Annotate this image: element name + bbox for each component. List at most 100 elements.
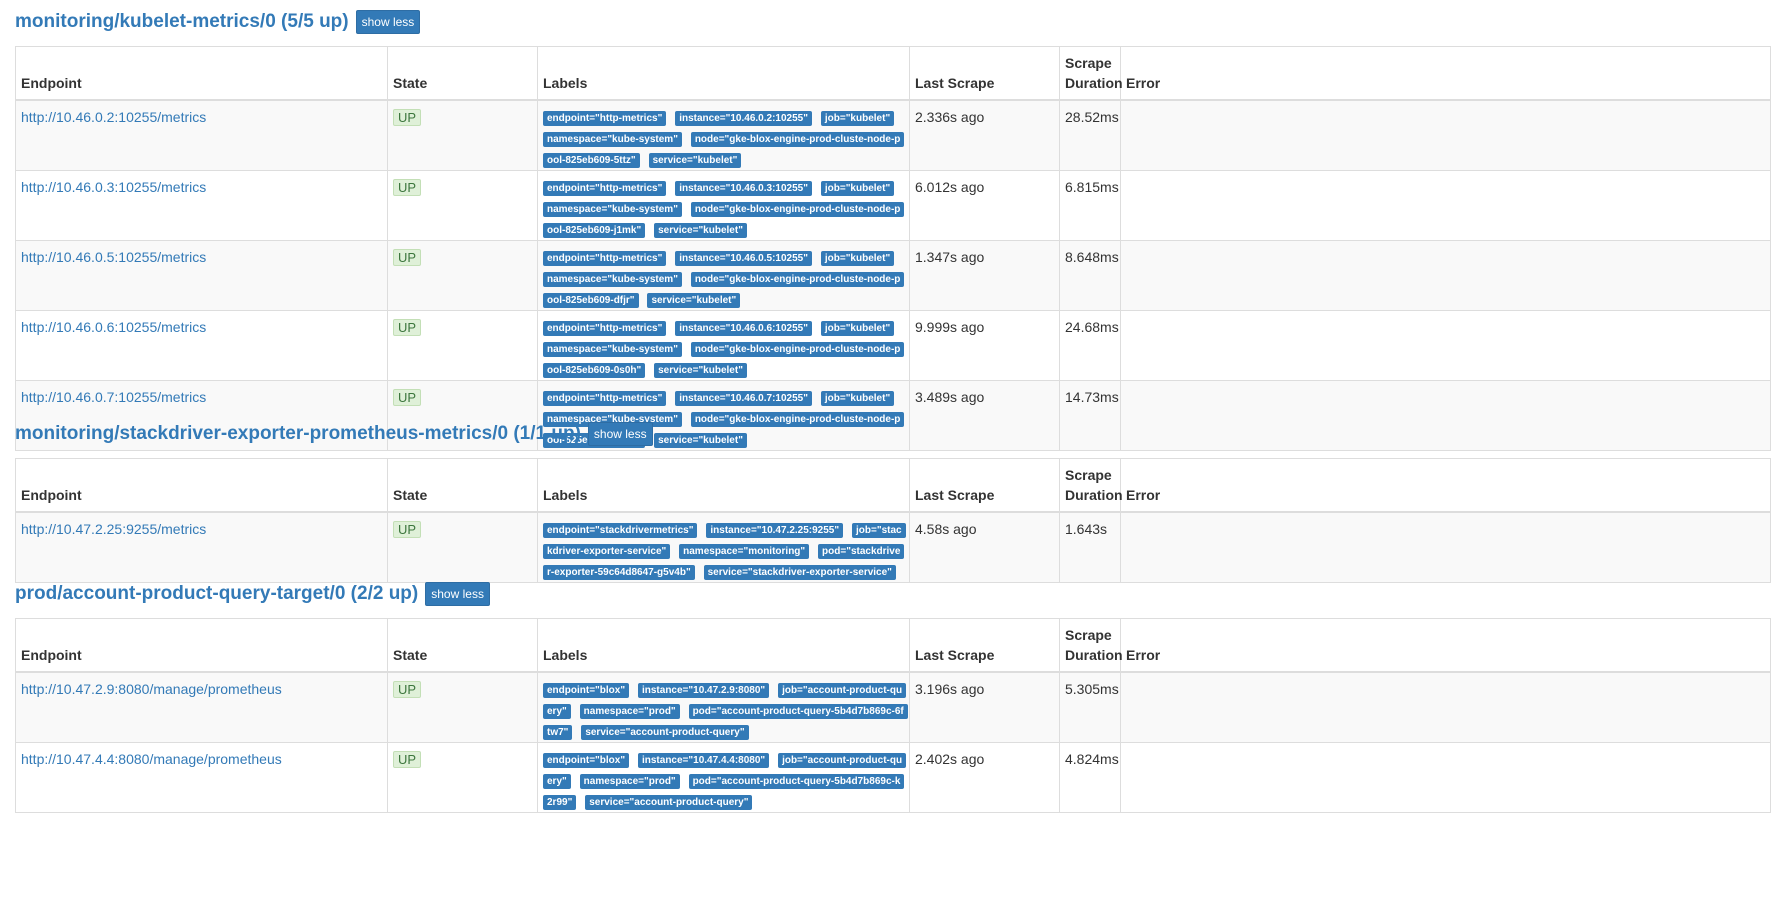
- column-header-endpoint: Endpoint: [15, 618, 388, 673]
- show-less-button[interactable]: show less: [355, 10, 421, 34]
- labels-cell: endpoint="blox" instance="10.47.2.9:8080…: [537, 671, 910, 743]
- section-header: prod/account-product-query-target/0 (2/2…: [15, 580, 1770, 608]
- error-cell: [1120, 671, 1771, 743]
- column-header-labels: Labels: [537, 618, 910, 673]
- section-header: monitoring/kubelet-metrics/0 (5/5 up) sho…: [15, 8, 1770, 36]
- scrape-duration-cell: 8.648ms: [1059, 240, 1121, 311]
- table-header-row: Endpoint State Labels Last Scrape Scrape Dur…: [15, 458, 1771, 513]
- endpoint-link[interactable]: http://10.46.0.3:10255/metrics: [21, 179, 206, 195]
- scrape-duration-cell: 5.305ms: [1059, 671, 1121, 743]
- error-cell: [1120, 99, 1771, 171]
- endpoint-link[interactable]: http://10.46.0.5:10255/metrics: [21, 249, 206, 265]
- label-tag: endpoint="http-metrics": [543, 391, 667, 406]
- state-cell: UP: [387, 671, 538, 743]
- labels-list: endpoint="stackdrivermetrics" instance="…: [543, 519, 906, 582]
- label-tag: service="kubelet": [654, 223, 747, 238]
- labels-cell: endpoint="http-metrics" instance="10.46.…: [537, 170, 910, 241]
- column-header-last: Last Scrape: [909, 618, 1060, 673]
- status-badge: UP: [393, 521, 422, 538]
- error-cell: [1120, 511, 1771, 583]
- labels-list: endpoint="blox" instance="10.47.2.9:8080…: [543, 679, 908, 742]
- last-scrape-cell: 2.402s ago: [909, 742, 1060, 813]
- endpoint-link[interactable]: http://10.47.4.4:8080/manage/prometheus: [21, 751, 282, 767]
- column-header-labels: Labels: [537, 458, 910, 513]
- endpoint-link[interactable]: http://10.46.0.7:10255/metrics: [21, 389, 206, 405]
- endpoint-cell: http://10.46.0.3:10255/metrics: [15, 170, 388, 241]
- labels-cell: endpoint="http-metrics" instance="10.46.…: [537, 99, 910, 171]
- label-tag: instance="10.46.0.7:10255": [675, 391, 812, 406]
- section-title[interactable]: prod/account-product-query-target/0 (2/2…: [15, 581, 418, 607]
- column-header-endpoint: Endpoint: [15, 458, 388, 513]
- label-tag: job="kubelet": [820, 321, 895, 336]
- column-header-error: Error: [1120, 458, 1771, 513]
- label-tag: instance="10.46.0.6:10255": [675, 321, 812, 336]
- table-row: http://10.46.0.2:10255/metrics UP endpoint…: [15, 99, 1771, 171]
- label-tag: service="kubelet": [654, 363, 747, 378]
- label-tag: job="kubelet": [820, 251, 895, 266]
- label-tag: instance="10.47.2.25:9255": [706, 523, 844, 538]
- endpoint-link[interactable]: http://10.46.0.6:10255/metrics: [21, 319, 206, 335]
- column-header-state: State: [387, 618, 538, 673]
- labels-cell: endpoint="http-metrics" instance="10.46.…: [537, 310, 910, 381]
- label-tag: job="kubelet": [820, 391, 895, 406]
- scrape-duration-cell: 24.68ms: [1059, 310, 1121, 381]
- label-tag: instance="10.46.0.2:10255": [675, 111, 812, 126]
- targets-table: Endpoint State Labels Last Scrape Scrape Dur…: [15, 618, 1771, 813]
- label-tag: namespace="prod": [579, 704, 680, 719]
- endpoint-cell: http://10.47.4.4:8080/manage/prometheus: [15, 742, 388, 813]
- label-tag: instance="10.46.0.3:10255": [675, 181, 812, 196]
- table-row: http://10.46.0.5:10255/metrics UP endpoint…: [15, 240, 1771, 311]
- column-header-error: Error: [1120, 46, 1771, 101]
- state-cell: UP: [387, 742, 538, 813]
- label-tag: service="stackdriver-exporter-service": [703, 565, 896, 580]
- table-row: http://10.46.0.6:10255/metrics UP endpoint…: [15, 310, 1771, 381]
- label-tag: namespace="kube-system": [543, 272, 682, 287]
- section-title[interactable]: monitoring/kubelet-metrics/0 (5/5 up): [15, 9, 349, 35]
- label-tag: instance="10.47.2.9:8080": [637, 683, 770, 698]
- error-cell: [1120, 742, 1771, 813]
- table-row: http://10.46.0.3:10255/metrics UP endpoint…: [15, 170, 1771, 241]
- label-tag: namespace="kube-system": [543, 342, 682, 357]
- status-badge: UP: [393, 389, 422, 406]
- column-header-duration: Scrape Duration: [1059, 46, 1123, 101]
- column-header-last: Last Scrape: [909, 458, 1060, 513]
- label-tag: service="kubelet": [647, 293, 741, 308]
- endpoint-cell: http://10.47.2.25:9255/metrics: [15, 511, 388, 583]
- last-scrape-cell: 9.999s ago: [909, 310, 1060, 381]
- last-scrape-cell: 3.196s ago: [909, 671, 1060, 743]
- table-row: http://10.47.2.25:9255/metrics UP endpoint…: [15, 511, 1771, 583]
- label-tag: endpoint="http-metrics": [543, 251, 667, 266]
- endpoint-link[interactable]: http://10.47.2.25:9255/metrics: [21, 521, 206, 537]
- show-less-button[interactable]: show less: [587, 422, 653, 446]
- table-header-row: Endpoint State Labels Last Scrape Scrape Dur…: [15, 618, 1771, 673]
- table-header-row: Endpoint State Labels Last Scrape Scrape Dur…: [15, 46, 1771, 101]
- labels-list: endpoint="blox" instance="10.47.4.4:8080…: [543, 749, 907, 812]
- label-tag: endpoint="http-metrics": [543, 181, 667, 196]
- show-less-button[interactable]: show less: [425, 582, 490, 606]
- endpoint-link[interactable]: http://10.46.0.2:10255/metrics: [21, 109, 206, 125]
- status-badge: UP: [393, 319, 422, 336]
- column-header-state: State: [387, 458, 538, 513]
- section-header: monitoring/stackdriver-exporter-promethe…: [15, 420, 1770, 448]
- column-header-duration: Scrape Duration: [1059, 458, 1123, 513]
- status-badge: UP: [393, 179, 422, 196]
- section-title[interactable]: monitoring/stackdriver-exporter-promethe…: [15, 421, 581, 447]
- last-scrape-cell: 6.012s ago: [909, 170, 1060, 241]
- endpoint-cell: http://10.46.0.2:10255/metrics: [15, 99, 388, 171]
- targets-table: Endpoint State Labels Last Scrape Scrape Dur…: [15, 458, 1771, 583]
- labels-list: endpoint="http-metrics" instance="10.46.…: [543, 247, 905, 310]
- label-tag: namespace="prod": [579, 774, 680, 789]
- scrape-duration-cell: 1.643s: [1059, 511, 1121, 583]
- error-cell: [1120, 240, 1771, 311]
- label-tag: endpoint="http-metrics": [543, 321, 667, 336]
- targets-table: Endpoint State Labels Last Scrape Scrape Dur…: [15, 46, 1771, 451]
- endpoint-link[interactable]: http://10.47.2.9:8080/manage/prometheus: [21, 681, 282, 697]
- column-header-labels: Labels: [537, 46, 910, 101]
- endpoint-cell: http://10.46.0.5:10255/metrics: [15, 240, 388, 311]
- label-tag: job="kubelet": [820, 111, 895, 126]
- target-section: prod/account-product-query-target/0 (2/2…: [15, 580, 1771, 813]
- state-cell: UP: [387, 170, 538, 241]
- labels-cell: endpoint="http-metrics" instance="10.46.…: [537, 240, 910, 311]
- status-badge: UP: [393, 681, 422, 698]
- column-header-last: Last Scrape: [909, 46, 1060, 101]
